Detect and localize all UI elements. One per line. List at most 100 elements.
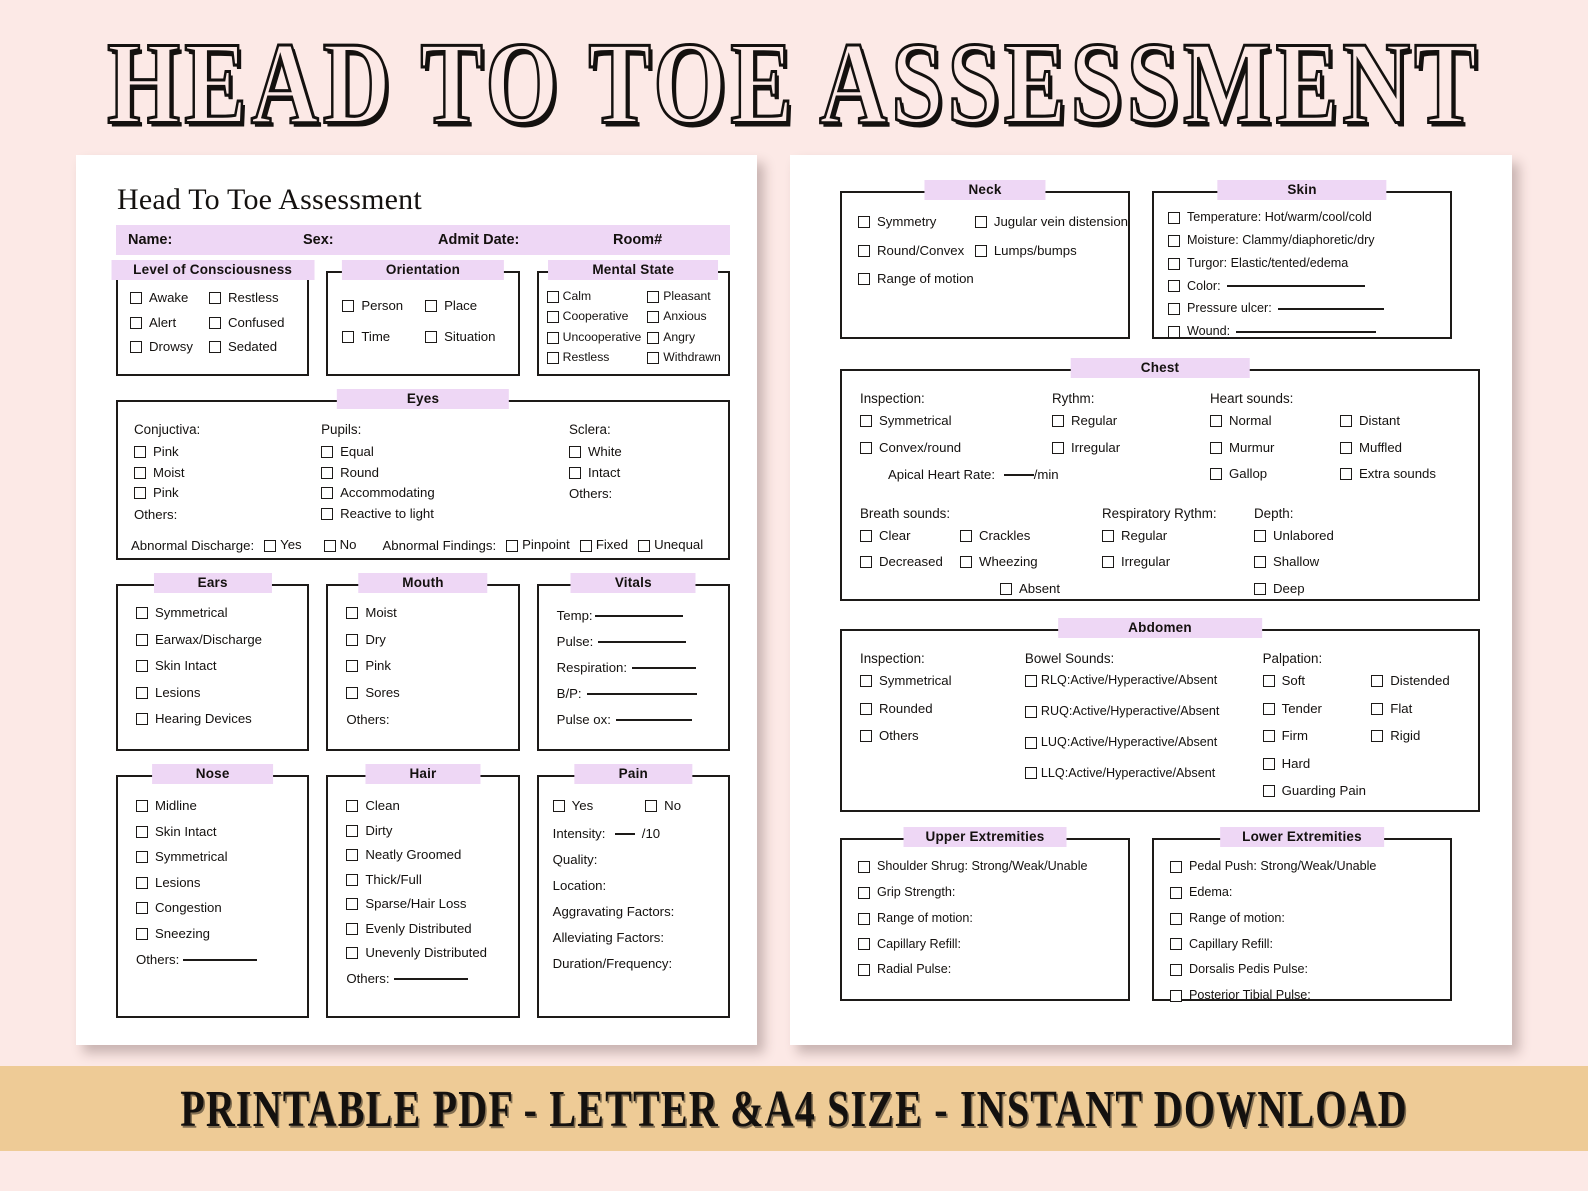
checkbox-square-icon[interactable] <box>1262 757 1275 770</box>
checkbox-square-icon[interactable] <box>1210 415 1222 428</box>
checkbox-square-icon[interactable] <box>136 927 148 940</box>
checkbox-posterior-tibial-pulse[interactable]: Posterior Tibial Pulse: <box>1170 988 1450 1003</box>
pain-field-duration-frequency[interactable]: Duration/Frequency: <box>553 956 728 971</box>
checkbox-pupils-reactive-to-light[interactable]: Reactive to light <box>321 506 569 522</box>
checkbox-bowel-luq[interactable]: LUQ:Active/Hyperactive/Absent <box>1024 735 1263 750</box>
checkbox-chest-convex-round[interactable]: Convex/round <box>860 440 1052 456</box>
checkbox-square-icon[interactable] <box>346 607 359 620</box>
checkbox-square-icon[interactable] <box>1168 257 1180 270</box>
checkbox-time[interactable]: Time <box>342 329 403 345</box>
checkbox-square-icon[interactable] <box>860 730 872 743</box>
checkbox-square-icon[interactable] <box>1254 556 1266 569</box>
checkbox-abdomen-others[interactable]: Others <box>860 729 1025 744</box>
checkbox-palpation-soft[interactable]: Soft <box>1262 673 1372 689</box>
checkbox-palpation-distended[interactable]: Distended <box>1371 673 1478 689</box>
checkbox-square-icon[interactable] <box>858 938 870 951</box>
nose-others-field[interactable]: Others: <box>136 952 307 967</box>
checkbox-nose-congestion[interactable]: Congestion <box>136 901 307 916</box>
checkbox-palpation-hard[interactable]: Hard <box>1262 756 1372 772</box>
checkbox-square-icon[interactable] <box>136 686 148 699</box>
checkbox-square-icon[interactable] <box>1168 234 1180 247</box>
checkbox-breath-absent[interactable]: Absent <box>960 581 1102 597</box>
checkbox-square-icon[interactable] <box>1340 468 1352 481</box>
checkbox-ears-skin-intact[interactable]: Skin Intact <box>136 659 307 674</box>
checkbox-nose-skin-intact[interactable]: Skin Intact <box>136 824 307 840</box>
checkbox-square-icon[interactable] <box>321 487 334 500</box>
checkbox-dorsalis-pedis-pulse[interactable]: Dorsalis Pedis Pulse: <box>1170 963 1450 977</box>
checkbox-square-icon[interactable] <box>647 331 660 344</box>
checkbox-chest-symmetrical[interactable]: Symmetrical <box>860 413 1052 429</box>
checkbox-square-icon[interactable] <box>1024 736 1037 749</box>
checkbox-nose-lesions[interactable]: Lesions <box>136 875 307 891</box>
checkbox-angry[interactable]: Angry <box>647 330 721 344</box>
vitals-field-temp[interactable]: Temp: <box>557 608 728 623</box>
checkbox-square-icon[interactable] <box>346 686 359 699</box>
checkbox-square-icon[interactable] <box>1024 767 1037 780</box>
checkbox-pain-no[interactable]: No <box>645 798 681 814</box>
checkbox-square-icon[interactable] <box>1340 415 1352 428</box>
checkbox-skin-wound[interactable]: Wound: <box>1168 324 1450 339</box>
checkbox-square-icon[interactable] <box>1262 702 1275 715</box>
checkbox-square-icon[interactable] <box>134 466 146 479</box>
checkbox-calm[interactable]: Calm <box>546 289 642 303</box>
checkbox-anxious[interactable]: Anxious <box>647 309 721 324</box>
checkbox-square-icon[interactable] <box>342 330 355 343</box>
input-rule[interactable] <box>598 641 687 643</box>
checkbox-place[interactable]: Place <box>425 298 495 314</box>
checkbox-heart-muffled[interactable]: Muffled <box>1340 440 1440 456</box>
checkbox-square-icon[interactable] <box>346 824 359 837</box>
checkbox-edema[interactable]: Edema: <box>1170 885 1450 900</box>
checkbox-square-icon[interactable] <box>136 800 148 813</box>
checkbox-palpation-flat[interactable]: Flat <box>1371 701 1478 717</box>
vitals-field-pulse-ox[interactable]: Pulse ox: <box>557 712 728 727</box>
checkbox-square-icon[interactable] <box>858 912 870 925</box>
checkbox-square-icon[interactable] <box>208 292 221 305</box>
checkbox-neck-round-convex[interactable]: Round/Convex <box>858 243 975 259</box>
checkbox-ears-lesions[interactable]: Lesions <box>136 685 307 701</box>
checkbox-pedal-push[interactable]: Pedal Push: Strong/Weak/Unable <box>1170 859 1450 874</box>
checkbox-skin-temperature[interactable]: Temperature: Hot/warm/cool/cold <box>1168 210 1450 225</box>
checkbox-square-icon[interactable] <box>974 244 987 257</box>
checkbox-square-icon[interactable] <box>647 311 660 324</box>
checkbox-square-icon[interactable] <box>136 902 148 915</box>
checkbox-sclera-intact[interactable]: Intact <box>568 465 728 481</box>
checkbox-square-icon[interactable] <box>1371 675 1384 688</box>
checkbox-square-icon[interactable] <box>1052 415 1064 428</box>
pain-field-aggravating-factors[interactable]: Aggravating Factors: <box>553 904 728 919</box>
checkbox-abdomen-symmetrical[interactable]: Symmetrical <box>860 673 1025 689</box>
checkbox-square-icon[interactable] <box>134 446 146 459</box>
checkbox-square-icon[interactable] <box>1170 912 1182 925</box>
checkbox-uncooperative[interactable]: Uncooperative <box>546 330 641 344</box>
checkbox-depth-unlabored[interactable]: Unlabored <box>1254 528 1374 544</box>
checkbox-breath-clear[interactable]: Clear <box>860 528 960 544</box>
checkbox-palpation-guarding-pain[interactable]: Guarding Pain <box>1262 784 1372 799</box>
input-rule[interactable] <box>183 959 258 962</box>
checkbox-square-icon[interactable] <box>546 311 559 324</box>
checkbox-bowel-ruq[interactable]: RUQ:Active/Hyperactive/Absent <box>1024 704 1263 719</box>
checkbox-rythm-regular[interactable]: Regular <box>1052 413 1210 429</box>
checkbox-square-icon[interactable] <box>860 441 872 454</box>
checkbox-square-icon[interactable] <box>346 800 359 813</box>
chest-apical-heart-rate-field[interactable]: Apical Heart Rate: /min <box>860 467 1059 482</box>
checkbox-nose-midline[interactable]: Midline <box>136 798 307 814</box>
checkbox-square-icon[interactable] <box>346 660 359 673</box>
checkbox-square-icon[interactable] <box>858 964 870 977</box>
vitals-field-bp[interactable]: B/P: <box>557 686 728 701</box>
checkbox-ears-earwax-discharge[interactable]: Earwax/Discharge <box>136 632 307 648</box>
checkbox-square-icon[interactable] <box>1254 529 1266 542</box>
input-rule[interactable] <box>1277 308 1384 311</box>
checkbox-hair-unevenly-distributed[interactable]: Unevenly Distributed <box>346 946 517 961</box>
checkbox-square-icon[interactable] <box>1168 303 1180 316</box>
checkbox-square-icon[interactable] <box>264 539 277 552</box>
input-rule[interactable] <box>615 719 692 721</box>
checkbox-square-icon[interactable] <box>1340 441 1352 454</box>
hair-others-field[interactable]: Others: <box>346 971 517 986</box>
checkbox-skin-color[interactable]: Color: <box>1168 279 1450 294</box>
checkbox-square-icon[interactable] <box>647 351 660 364</box>
checkbox-pleasant[interactable]: Pleasant <box>647 289 721 303</box>
pain-field-alleviating-factors[interactable]: Alleviating Factors: <box>553 930 728 945</box>
checkbox-square-icon[interactable] <box>1254 582 1266 595</box>
checkbox-conjuctiva-pink[interactable]: Pink <box>134 444 321 460</box>
checkbox-depth-deep[interactable]: Deep <box>1254 581 1374 597</box>
checkbox-findings-pinpoint[interactable]: Pinpoint <box>506 538 570 553</box>
